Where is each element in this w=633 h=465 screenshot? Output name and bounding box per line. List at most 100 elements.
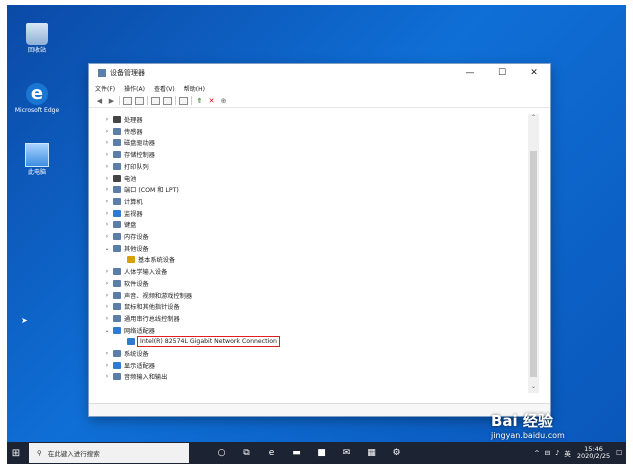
tree-item[interactable]: › 存储控制器	[103, 149, 155, 160]
tree-item[interactable]: ⌄ 其他设备	[103, 243, 149, 254]
scroll-up-icon[interactable]: ⌃	[528, 114, 539, 124]
volume-icon[interactable]: ♪	[555, 449, 559, 457]
vertical-scrollbar[interactable]: ⌃ ⌄	[528, 114, 539, 393]
chevron-right-icon[interactable]: ›	[103, 233, 111, 240]
tree-item[interactable]: › 软件设备	[103, 278, 149, 289]
tree-item[interactable]: › 音频输入和输出	[103, 371, 167, 382]
tree-item[interactable]: › 计算机	[103, 196, 143, 207]
taskbar-search[interactable]: ⚲ 在此键入进行搜索	[29, 443, 189, 463]
chevron-right-icon[interactable]: ›	[103, 280, 111, 287]
desktop-icon-recycle-bin[interactable]: 回收站	[13, 23, 61, 54]
tree-item-label: 基本系统设备	[138, 257, 176, 265]
download-icon[interactable]: ⊕	[219, 97, 228, 105]
title-bar[interactable]: 设备管理器 — ☐ ✕	[89, 64, 550, 82]
mouse-cursor-icon: ➤	[21, 316, 28, 325]
tree-item[interactable]: ⌄ 网络适配器	[103, 325, 155, 336]
network-icon[interactable]: ⊟	[545, 449, 550, 457]
status-bar	[89, 403, 550, 416]
chevron-down-icon[interactable]: ⌄	[103, 327, 111, 334]
tree-item[interactable]: › 通用串行总线控制器	[103, 313, 180, 324]
tree-item[interactable]: Intel(R) 82574L Gigabit Network Connecti…	[117, 336, 280, 348]
store-icon[interactable]: ■	[309, 448, 334, 458]
update-driver-icon[interactable]: ⇑	[195, 97, 204, 105]
watermark-text: Bai 经验	[491, 412, 553, 430]
chevron-right-icon[interactable]: ›	[103, 210, 111, 217]
view-resources-icon[interactable]	[163, 96, 172, 105]
chevron-right-icon[interactable]: ›	[103, 163, 111, 170]
chevron-right-icon[interactable]: ›	[103, 198, 111, 205]
chevron-right-icon[interactable]: ›	[103, 128, 111, 135]
file-explorer-icon[interactable]: ▬	[284, 448, 309, 458]
uninstall-device-icon[interactable]: ✕	[207, 97, 216, 105]
edge-icon[interactable]: e	[259, 448, 284, 458]
mail-icon[interactable]: ✉	[334, 448, 359, 458]
control-panel-icon[interactable]: ▦	[359, 448, 384, 458]
tree-item[interactable]: › 显示适配器	[103, 360, 155, 371]
desktop-icon-label: 此电脑	[27, 169, 46, 176]
device-tree-area: › 处理器 › 传感器 › 磁盘驱动器 › 存储控制器 › 打印队列 › 电池 › 端口 (COM 和 L…	[97, 114, 539, 393]
windows-start-icon[interactable]: ⊞	[7, 448, 25, 459]
scroll-down-icon[interactable]: ⌄	[528, 383, 539, 393]
ime-indicator[interactable]: 英	[564, 448, 571, 458]
tree-item[interactable]: › 端口 (COM 和 LPT)	[103, 184, 179, 195]
chevron-right-icon[interactable]: ›	[103, 292, 111, 299]
chevron-right-icon[interactable]: ›	[103, 175, 111, 182]
tree-item[interactable]: › 系统设备	[103, 348, 149, 359]
tree-item[interactable]: › 处理器	[103, 114, 143, 125]
tree-item[interactable]: › 传感器	[103, 126, 143, 137]
chevron-down-icon[interactable]: ⌄	[103, 245, 111, 252]
back-arrow-icon[interactable]: ◀	[95, 97, 104, 105]
task-view-icon[interactable]: ⧉	[234, 448, 259, 458]
chevron-right-icon[interactable]: ›	[103, 221, 111, 228]
device-manager-task-icon[interactable]: ⚙	[384, 448, 409, 458]
menu-file[interactable]: 文件(F)	[95, 84, 115, 93]
clock[interactable]: 15:46 2020/2/25	[577, 446, 610, 460]
tree-item[interactable]: › 电池	[103, 173, 136, 184]
tree-item[interactable]: › 监视器	[103, 208, 143, 219]
network-card-icon	[127, 338, 135, 346]
tree-item[interactable]: 基本系统设备	[117, 254, 175, 265]
properties-icon[interactable]	[135, 96, 144, 105]
cortana-icon[interactable]: ○	[209, 448, 234, 458]
chevron-right-icon[interactable]: ›	[103, 362, 111, 369]
desktop-icon-this-pc[interactable]: 此电脑	[13, 143, 61, 176]
menu-action[interactable]: 操作(A)	[124, 84, 145, 93]
computer-icon	[25, 143, 49, 167]
tree-item-label: 键盘	[124, 222, 137, 230]
chevron-right-icon[interactable]: ›	[103, 268, 111, 275]
chevron-right-icon[interactable]: ›	[103, 303, 111, 310]
watermark-url: jingyan.baidu.com	[491, 431, 565, 440]
forward-arrow-icon[interactable]: ▶	[107, 97, 116, 105]
toolbar: ◀ ▶ ⇑ ✕ ⊕	[89, 94, 550, 108]
menu-view[interactable]: 查看(V)	[154, 84, 175, 93]
scan-hardware-icon[interactable]	[179, 96, 188, 105]
recycle-bin-icon	[26, 23, 48, 45]
chevron-right-icon[interactable]: ›	[103, 139, 111, 146]
tree-view-icon[interactable]	[123, 96, 132, 105]
chevron-right-icon[interactable]: ›	[103, 315, 111, 322]
chevron-right-icon[interactable]: ›	[103, 186, 111, 193]
chevron-right-icon[interactable]: ›	[103, 373, 111, 380]
sound-icon	[113, 291, 121, 299]
help-icon[interactable]	[151, 96, 160, 105]
tree-item[interactable]: › 声音、视频和游戏控制器	[103, 290, 192, 301]
chevron-right-icon[interactable]: ›	[103, 350, 111, 357]
tree-item[interactable]: › 人体学输入设备	[103, 266, 167, 277]
tree-item[interactable]: › 磁盘驱动器	[103, 137, 155, 148]
tree-item-label: 端口 (COM 和 LPT)	[124, 187, 179, 195]
close-button[interactable]: ✕	[518, 68, 550, 78]
chevron-right-icon[interactable]: ›	[103, 116, 111, 123]
menu-help[interactable]: 帮助(H)	[184, 84, 205, 93]
tree-item[interactable]: › 键盘	[103, 219, 136, 230]
tree-item[interactable]: › 内存设备	[103, 231, 149, 242]
usb-icon	[113, 314, 121, 322]
tray-chevron-icon[interactable]: ^	[534, 449, 539, 457]
scrollbar-thumb[interactable]	[530, 151, 537, 377]
minimize-button[interactable]: —	[454, 68, 486, 78]
notification-icon[interactable]: ☐	[616, 449, 622, 457]
maximize-button[interactable]: ☐	[486, 68, 518, 78]
tree-item[interactable]: › 打印队列	[103, 161, 149, 172]
tree-item[interactable]: › 鼠标和其他指针设备	[103, 301, 180, 312]
desktop-icon-edge[interactable]: e Microsoft Edge	[13, 83, 61, 114]
chevron-right-icon[interactable]: ›	[103, 151, 111, 158]
